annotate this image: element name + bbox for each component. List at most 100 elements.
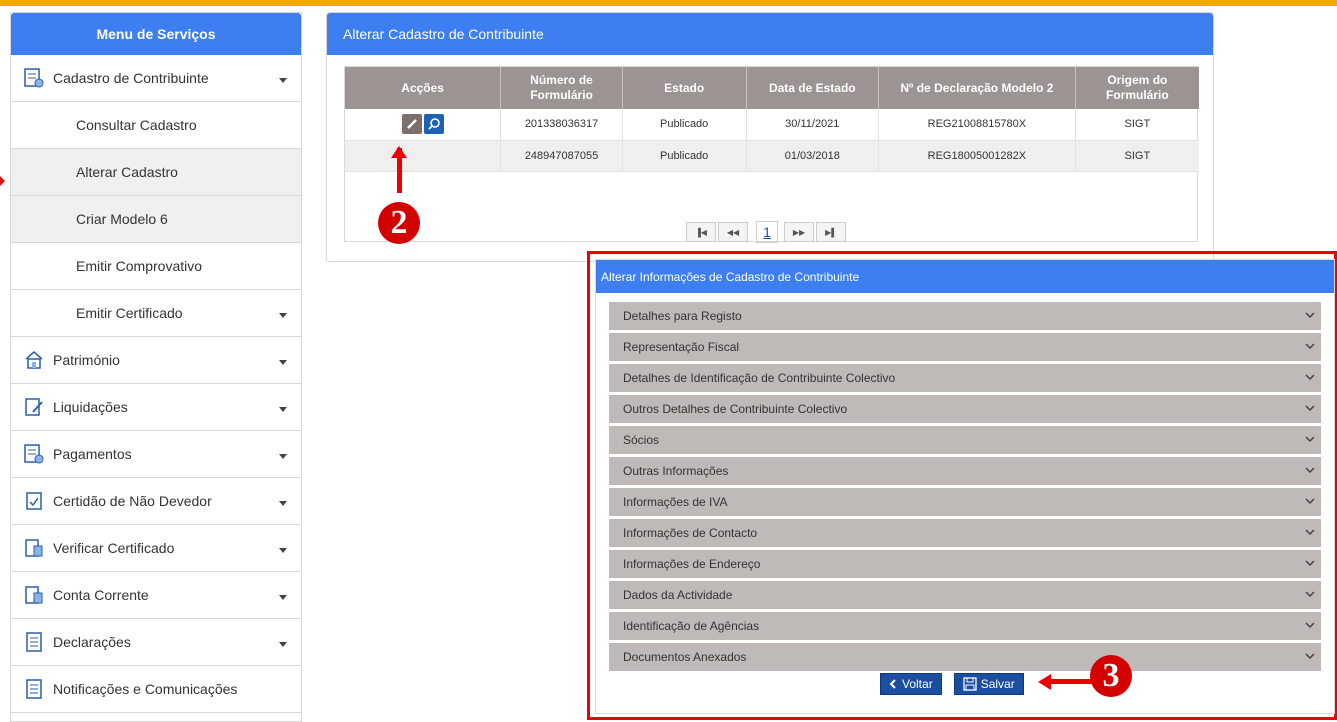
- accordion-identificacao-colectivo[interactable]: Detalhes de Identificação de Contribuint…: [609, 364, 1321, 392]
- accordion-label: Informações de Endereço: [623, 557, 761, 571]
- col-header-numero-formulario: Número de Formulário: [500, 67, 623, 109]
- accordion-label: Representação Fiscal: [623, 340, 740, 354]
- sidebar-item-emitir-comprovativo[interactable]: Emitir Comprovativo: [11, 243, 301, 290]
- sidebar-item-label: Notificações e Comunicações: [53, 681, 238, 697]
- services-sidebar: Menu de Serviços Cadastro de Contribuint…: [10, 12, 302, 722]
- sidebar-item-verificar-certificado[interactable]: Verificar Certificado: [11, 525, 301, 572]
- accordion-actividade[interactable]: Dados da Actividade: [609, 581, 1321, 609]
- chevron-down-icon: [1305, 622, 1315, 629]
- pagination: ▐◀ ◀◀ 1 ▶▶ ▶▌: [686, 221, 848, 243]
- sidebar-item-liquidacoes[interactable]: Liquidações: [11, 384, 301, 431]
- page-number-button[interactable]: 1: [756, 221, 778, 243]
- chevron-down-icon: [1305, 312, 1315, 319]
- col-header-accoes: Acções: [345, 67, 502, 109]
- sidebar-item-cadastro-contribuinte[interactable]: Cadastro de Contribuinte: [11, 55, 301, 102]
- table-row[interactable]: 248947087055 Publicado 01/03/2018 REG180…: [345, 140, 1199, 172]
- dialog-footer: Voltar Salvar: [880, 673, 1036, 695]
- accordion-detalhes-registo[interactable]: Detalhes para Registo: [609, 302, 1321, 330]
- accordion-outros-detalhes[interactable]: Outros Detalhes de Contribuinte Colectiv…: [609, 395, 1321, 423]
- sidebar-item-alterar-cadastro[interactable]: Alterar Cadastro: [11, 149, 301, 196]
- accordion-label: Documentos Anexados: [623, 650, 747, 664]
- accordion-iva[interactable]: Informações de IVA: [609, 488, 1321, 516]
- accordion-label: Detalhes para Registo: [623, 309, 742, 323]
- chevron-down-icon: [279, 407, 287, 412]
- sidebar-item-criar-modelo-6[interactable]: Criar Modelo 6: [11, 196, 301, 243]
- back-button[interactable]: Voltar: [880, 673, 942, 695]
- sidebar-item-conta-corrente[interactable]: Conta Corrente: [11, 572, 301, 619]
- next-page-button[interactable]: ▶▶: [784, 222, 814, 242]
- table-row[interactable]: 201338036317 Publicado 30/11/2021 REG210…: [345, 109, 1199, 141]
- accordion-label: Informações de Contacto: [623, 526, 758, 540]
- alterar-cadastro-panel: Alterar Cadastro de Contribuinte Acções …: [326, 12, 1214, 262]
- sidebar-item-label: Emitir Comprovativo: [76, 258, 203, 274]
- accordion-agencias[interactable]: Identificação de Agências: [609, 612, 1321, 640]
- row-actions: [345, 140, 502, 172]
- cell-data: 01/03/2018: [746, 140, 880, 172]
- accordion-label: Dados da Actividade: [623, 588, 733, 602]
- sidebar-item-emitir-certificado[interactable]: Emitir Certificado: [11, 290, 301, 337]
- accordion-label: Outras Informações: [623, 464, 729, 478]
- document-icon: [23, 584, 45, 606]
- first-page-button[interactable]: ▐◀: [686, 222, 716, 242]
- sidebar-item-label: Liquidações: [53, 399, 128, 415]
- sidebar-item-patrimonio[interactable]: Património: [11, 337, 301, 384]
- accordion-socios[interactable]: Sócios: [609, 426, 1321, 454]
- sidebar-item-label: Criar Modelo 6: [76, 211, 168, 227]
- top-accent-bar: [0, 0, 1337, 6]
- sidebar-item-label: Consultar Cadastro: [76, 117, 197, 133]
- col-header-data-estado: Data de Estado: [746, 67, 880, 109]
- chevron-down-icon: [1305, 529, 1315, 536]
- chevron-left-icon: [889, 679, 896, 689]
- accordion-label: Outros Detalhes de Contribuinte Colectiv…: [623, 402, 848, 416]
- prev-page-button[interactable]: ◀◀: [718, 222, 748, 242]
- edit-button[interactable]: [401, 114, 422, 135]
- chevron-down-icon: [1305, 343, 1315, 350]
- chevron-down-icon: [279, 454, 287, 459]
- sidebar-item-certidao-nao-devedor[interactable]: Certidão de Não Devedor: [11, 478, 301, 525]
- accordion-representacao-fiscal[interactable]: Representação Fiscal: [609, 333, 1321, 361]
- col-header-origem: Origem do Formulário: [1075, 67, 1199, 109]
- cell-declaracao: REG21008815780X: [878, 109, 1076, 141]
- accordion-outras-informacoes[interactable]: Outras Informações: [609, 457, 1321, 485]
- chevron-down-icon: [1305, 467, 1315, 474]
- chevron-down-icon: [279, 501, 287, 506]
- form-icon: [23, 67, 45, 89]
- sidebar-item-label: Alterar Cadastro: [76, 164, 178, 180]
- back-button-label: Voltar: [902, 677, 933, 691]
- pencil-icon: [406, 119, 417, 130]
- sidebar-item-consultar-cadastro[interactable]: Consultar Cadastro: [11, 102, 301, 149]
- save-button[interactable]: Salvar: [953, 673, 1024, 695]
- chevron-down-icon: [1305, 498, 1315, 505]
- row-actions: [345, 109, 502, 141]
- chevron-down-icon: [1305, 591, 1315, 598]
- forms-table-container: Acções Número de Formulário Estado Data …: [344, 66, 1199, 243]
- col-header-estado: Estado: [622, 67, 747, 109]
- accordion-contacto[interactable]: Informações de Contacto: [609, 519, 1321, 547]
- col-header-declaracao: Nº de Declaração Modelo 2: [878, 67, 1076, 109]
- accordion-endereco[interactable]: Informações de Endereço: [609, 550, 1321, 578]
- cell-origem: SIGT: [1075, 109, 1199, 141]
- list-doc-icon: [23, 678, 45, 700]
- annotation-arrow-shaft: [1050, 679, 1092, 684]
- last-page-button[interactable]: ▶▌: [816, 222, 846, 242]
- cell-estado: Publicado: [622, 140, 747, 172]
- forms-table: Acções Número de Formulário Estado Data …: [345, 67, 1199, 172]
- list-doc-icon: [23, 631, 45, 653]
- chevron-down-icon: [279, 78, 287, 83]
- chevron-down-icon: [279, 360, 287, 365]
- chevron-down-icon: [279, 548, 287, 553]
- sidebar-title: Menu de Serviços: [11, 13, 301, 55]
- table-header-row: Acções Número de Formulário Estado Data …: [345, 67, 1199, 109]
- sidebar-item-notificacoes[interactable]: Notificações e Comunicações: [11, 666, 301, 713]
- cell-origem: SIGT: [1075, 140, 1199, 172]
- accordion-documentos-anexados[interactable]: Documentos Anexados: [609, 643, 1321, 671]
- view-button[interactable]: [423, 114, 444, 135]
- accordion-label: Identificação de Agências: [623, 619, 760, 633]
- sidebar-item-label: Pagamentos: [53, 446, 132, 462]
- house-icon: [23, 349, 45, 371]
- save-button-label: Salvar: [980, 677, 1015, 691]
- sidebar-item-pagamentos[interactable]: Pagamentos: [11, 431, 301, 478]
- dialog-title: Alterar Informações de Cadastro de Contr…: [596, 260, 1334, 293]
- sidebar-item-declaracoes[interactable]: Declarações: [11, 619, 301, 666]
- chevron-down-icon: [1305, 560, 1315, 567]
